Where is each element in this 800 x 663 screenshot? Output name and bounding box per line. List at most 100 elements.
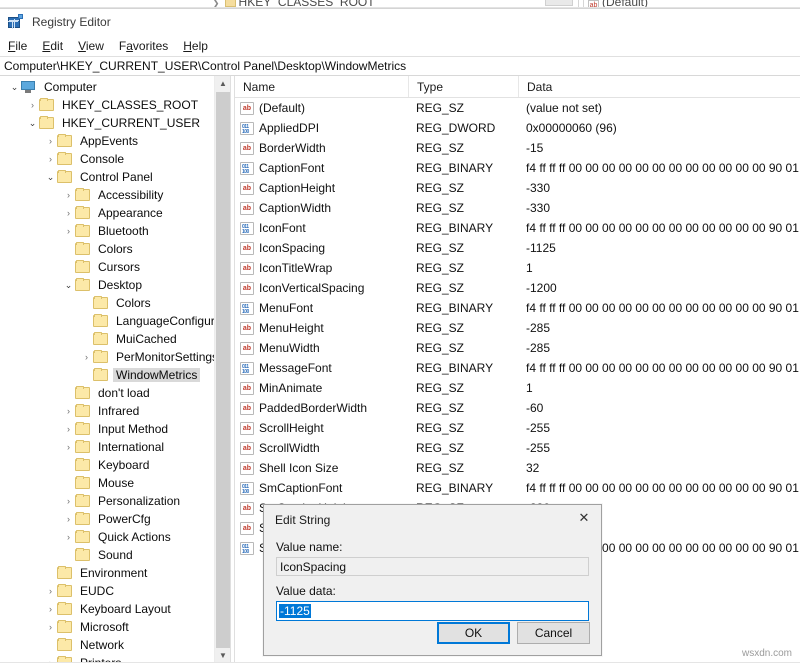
tree-item-accessibility[interactable]: ›Accessibility	[0, 186, 230, 204]
cell-data: f4 ff ff ff 00 00 00 00 00 00 00 00 00 0…	[518, 301, 800, 315]
tree-item-input-method[interactable]: ›Input Method	[0, 420, 230, 438]
tree-item-label: Quick Actions	[95, 530, 174, 544]
tree-item-don-t-load[interactable]: don't load	[0, 384, 230, 402]
tree-item-computer[interactable]: ⌄Computer	[0, 78, 230, 96]
cancel-button[interactable]: Cancel	[517, 622, 590, 644]
cell-data: -255	[518, 441, 800, 455]
table-row[interactable]: CaptionWidthREG_SZ-330	[235, 198, 800, 218]
tree-item-eudc[interactable]: ›EUDC	[0, 582, 230, 600]
table-row[interactable]: MenuHeightREG_SZ-285	[235, 318, 800, 338]
chevron-right-icon[interactable]: ›	[62, 226, 75, 236]
chevron-down-icon[interactable]: ⌄	[8, 82, 21, 93]
tree-item-colors[interactable]: Colors	[0, 240, 230, 258]
chevron-right-icon[interactable]: ›	[62, 190, 75, 200]
chevron-right-icon[interactable]: ›	[62, 514, 75, 524]
table-row[interactable]: CaptionHeightREG_SZ-330	[235, 178, 800, 198]
tree-item-control-panel[interactable]: ⌄Control Panel	[0, 168, 230, 186]
column-header-type[interactable]: Type	[408, 76, 518, 97]
table-row[interactable]: IconVerticalSpacingREG_SZ-1200	[235, 278, 800, 298]
value-name-input[interactable]: IconSpacing	[276, 557, 589, 576]
tree-scrollbar[interactable]: ▲ ▼	[214, 76, 230, 663]
tree-item-sound[interactable]: Sound	[0, 546, 230, 564]
menu-file[interactable]: File	[8, 39, 27, 53]
tree-item-mouse[interactable]: Mouse	[0, 474, 230, 492]
cell-data: -330	[518, 201, 800, 215]
chevron-down-icon[interactable]: ⌄	[62, 280, 75, 291]
tree-item-permonitorsettings[interactable]: ›PerMonitorSettings	[0, 348, 230, 366]
tree-item-hkey-classes-root[interactable]: ›HKEY_CLASSES_ROOT	[0, 96, 230, 114]
chevron-right-icon[interactable]: ›	[62, 496, 75, 506]
table-row[interactable]: MenuFontREG_BINARYf4 ff ff ff 00 00 00 0…	[235, 298, 800, 318]
table-row[interactable]: BorderWidthREG_SZ-15	[235, 138, 800, 158]
table-row[interactable]: MessageFontREG_BINARYf4 ff ff ff 00 00 0…	[235, 358, 800, 378]
tree-item-powercfg[interactable]: ›PowerCfg	[0, 510, 230, 528]
binary-value-icon	[240, 162, 254, 175]
menu-view[interactable]: View	[78, 39, 104, 53]
tree-item-personalization[interactable]: ›Personalization	[0, 492, 230, 510]
ok-button[interactable]: OK	[437, 622, 510, 644]
chevron-right-icon[interactable]: ›	[80, 352, 93, 362]
chevron-right-icon[interactable]: ›	[62, 442, 75, 452]
tree-item-keyboard[interactable]: Keyboard	[0, 456, 230, 474]
table-row[interactable]: AppliedDPIREG_DWORD0x00000060 (96)	[235, 118, 800, 138]
table-row[interactable]: IconTitleWrapREG_SZ1	[235, 258, 800, 278]
tree-item-hkey-current-user[interactable]: ⌄HKEY_CURRENT_USER	[0, 114, 230, 132]
tree-item-desktop[interactable]: ⌄Desktop	[0, 276, 230, 294]
menu-favorites[interactable]: Favorites	[119, 39, 168, 53]
close-icon[interactable]: ✕	[567, 505, 601, 531]
scroll-down-arrow-icon[interactable]: ▼	[215, 648, 230, 663]
chevron-right-icon[interactable]: ›	[62, 532, 75, 542]
table-row[interactable]: IconSpacingREG_SZ-1125	[235, 238, 800, 258]
chevron-right-icon[interactable]: ›	[62, 424, 75, 434]
chevron-right-icon[interactable]: ›	[44, 604, 57, 614]
table-row[interactable]: SmCaptionFontREG_BINARYf4 ff ff ff 00 00…	[235, 478, 800, 498]
tree-item-appearance[interactable]: ›Appearance	[0, 204, 230, 222]
chevron-down-icon[interactable]: ⌄	[26, 118, 39, 129]
table-row[interactable]: CaptionFontREG_BINARYf4 ff ff ff 00 00 0…	[235, 158, 800, 178]
tree-item-quick-actions[interactable]: › Quick Actions	[0, 528, 230, 546]
chevron-right-icon[interactable]: ›	[26, 100, 39, 110]
tree-item-infrared[interactable]: ›Infrared	[0, 402, 230, 420]
tree-item-console[interactable]: ›Console	[0, 150, 230, 168]
chevron-right-icon[interactable]: ›	[44, 586, 57, 596]
tree-item-languageconfiguration[interactable]: LanguageConfiguration	[0, 312, 230, 330]
tree-item-colors[interactable]: Colors	[0, 294, 230, 312]
tree-item-network[interactable]: Network	[0, 636, 230, 654]
chevron-right-icon[interactable]: ›	[44, 622, 57, 632]
tree-item-environment[interactable]: Environment	[0, 564, 230, 582]
address-bar[interactable]: Computer\HKEY_CURRENT_USER\Control Panel…	[0, 56, 800, 76]
cell-name: CaptionWidth	[235, 201, 408, 215]
chevron-right-icon[interactable]: ›	[62, 406, 75, 416]
table-row[interactable]: MinAnimateREG_SZ1	[235, 378, 800, 398]
tree-scrollbar-thumb[interactable]	[216, 92, 230, 648]
table-row[interactable]: ScrollHeightREG_SZ-255	[235, 418, 800, 438]
chevron-right-icon[interactable]: ›	[44, 136, 57, 146]
table-row[interactable]: MenuWidthREG_SZ-285	[235, 338, 800, 358]
scroll-up-arrow-icon[interactable]: ▲	[215, 76, 230, 92]
tree-item-windowmetrics[interactable]: WindowMetrics	[0, 366, 230, 384]
cell-name: IconTitleWrap	[235, 261, 408, 275]
chevron-right-icon[interactable]: ›	[44, 154, 57, 164]
column-header-name[interactable]: Name	[235, 76, 408, 97]
registry-tree-pane[interactable]: ⌄Computer›HKEY_CLASSES_ROOT⌄HKEY_CURRENT…	[0, 76, 230, 663]
menu-edit[interactable]: Edit	[42, 39, 63, 53]
tree-item-keyboard-layout[interactable]: ›Keyboard Layout	[0, 600, 230, 618]
tree-item-microsoft[interactable]: ›Microsoft	[0, 618, 230, 636]
tree-item-cursors[interactable]: Cursors	[0, 258, 230, 276]
table-row[interactable]: PaddedBorderWidthREG_SZ-60	[235, 398, 800, 418]
tree-item-muicached[interactable]: MuiCached	[0, 330, 230, 348]
value-name: IconSpacing	[259, 241, 325, 255]
chevron-down-icon[interactable]: ⌄	[44, 172, 57, 183]
table-row[interactable]: Shell Icon SizeREG_SZ32	[235, 458, 800, 478]
value-data-input[interactable]: -1125	[276, 601, 589, 621]
table-row[interactable]: (Default)REG_SZ(value not set)	[235, 98, 800, 118]
tree-item-international[interactable]: ›International	[0, 438, 230, 456]
table-row[interactable]: ScrollWidthREG_SZ-255	[235, 438, 800, 458]
chevron-right-icon[interactable]: ›	[62, 208, 75, 218]
tree-item-bluetooth[interactable]: ›Bluetooth	[0, 222, 230, 240]
column-header-data[interactable]: Data	[518, 76, 800, 97]
cell-data: -285	[518, 321, 800, 335]
tree-item-appevents[interactable]: ›AppEvents	[0, 132, 230, 150]
table-row[interactable]: IconFontREG_BINARYf4 ff ff ff 00 00 00 0…	[235, 218, 800, 238]
menu-help[interactable]: Help	[183, 39, 208, 53]
